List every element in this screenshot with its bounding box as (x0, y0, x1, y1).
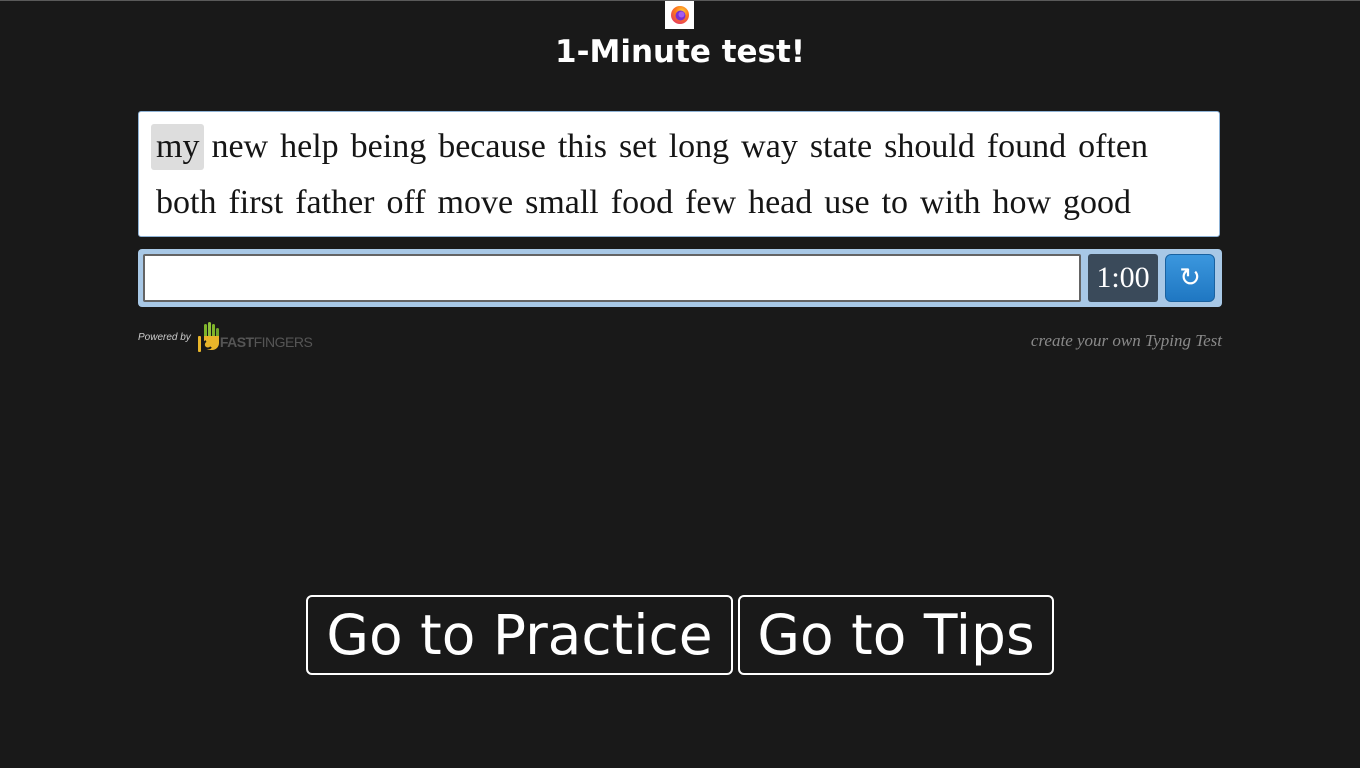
word: move (437, 184, 514, 221)
powered-by-block: Powered by FASTFINGERS (138, 320, 313, 354)
firefox-icon (665, 1, 694, 29)
word: state (809, 128, 873, 165)
word: long (668, 128, 730, 165)
brand-fingers: FINGERS (253, 334, 313, 350)
page-title: 1-Minute test! (555, 34, 805, 70)
word: new (211, 128, 269, 165)
reload-button[interactable]: ↻ (1165, 254, 1215, 302)
typing-input-row: 1:00 ↻ (138, 249, 1222, 307)
word: father (295, 184, 375, 221)
word: being (350, 128, 427, 165)
fastfingers-logo-link[interactable]: FASTFINGERS (196, 320, 313, 354)
word: this (557, 128, 607, 165)
brand-fast: FAST (219, 334, 254, 350)
word: with (920, 184, 981, 221)
word: way (741, 128, 798, 165)
word-display-panel: my new help being because this set long way state… (138, 111, 1220, 237)
word-list: my new help being because this set long way state… (151, 124, 1207, 236)
word: found (986, 128, 1067, 165)
word: use (824, 184, 870, 221)
word: small (525, 184, 599, 221)
go-to-tips-button[interactable]: Go to Tips (738, 595, 1054, 675)
word: head (748, 184, 813, 221)
countdown-timer: 1:00 (1088, 254, 1158, 302)
word: off (386, 184, 426, 221)
word: to (881, 184, 909, 221)
current-word: my (151, 124, 205, 170)
hand-logo-icon (197, 322, 219, 352)
word: how (992, 184, 1052, 221)
powered-by-label: Powered by (138, 331, 191, 343)
word: first (228, 184, 284, 221)
typing-input[interactable] (143, 254, 1081, 302)
word: both (156, 184, 217, 221)
word: food (610, 184, 674, 221)
word: few (685, 184, 737, 221)
brand-name: FASTFINGERS (220, 334, 313, 350)
create-typing-test-link[interactable]: create your own Typing Test (1031, 331, 1222, 351)
word: set (618, 128, 657, 165)
reload-icon: ↻ (1179, 263, 1201, 293)
word: because (438, 128, 546, 165)
word: should (884, 128, 975, 165)
go-to-practice-button[interactable]: Go to Practice (306, 595, 733, 675)
word: often (1078, 128, 1149, 165)
word: help (280, 128, 339, 165)
word: good (1063, 184, 1132, 221)
